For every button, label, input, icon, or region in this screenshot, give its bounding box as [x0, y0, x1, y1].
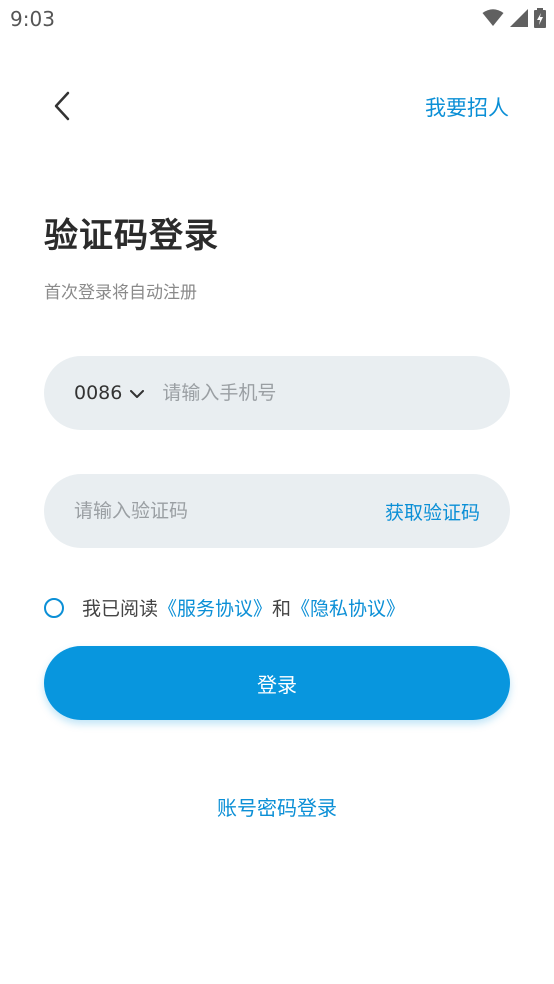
back-button[interactable] [42, 88, 82, 128]
status-icons [482, 8, 546, 28]
chevron-left-icon [53, 91, 71, 125]
status-bar: 9:03 [0, 0, 554, 38]
get-code-button[interactable]: 获取验证码 [385, 498, 480, 525]
signal-icon [510, 9, 528, 27]
wifi-icon [482, 9, 504, 27]
login-screen: 9:03 我要招人 验证码登录 首次登录将自动注册 0086 请输入手机号 请输… [0, 0, 554, 984]
password-login-row: 账号密码登录 [0, 792, 554, 821]
phone-field: 0086 [44, 356, 510, 430]
recruit-link[interactable]: 我要招人 [425, 92, 509, 122]
status-time: 9:03 [10, 7, 55, 31]
phone-input[interactable] [162, 382, 423, 404]
page-title: 验证码登录 [44, 216, 219, 256]
country-code-selector[interactable]: 0086 [74, 382, 145, 404]
chevron-down-icon [130, 384, 145, 403]
country-code-value: 0086 [74, 382, 123, 404]
verification-code-field: 获取验证码 [44, 474, 510, 548]
page-subtitle: 首次登录将自动注册 [44, 283, 197, 303]
password-login-link[interactable]: 账号密码登录 [217, 796, 337, 820]
privacy-agreement-link[interactable]: 《隐私协议》 [291, 594, 405, 621]
agreement-prefix: 我已阅读 [82, 598, 159, 620]
agreement-row: 我已阅读 《服务协议》 和 《隐私协议》 [44, 594, 405, 621]
agreement-checkbox[interactable] [44, 597, 64, 618]
battery-charging-icon [534, 8, 546, 28]
agreement-conjunction: 和 [272, 598, 292, 620]
verification-code-input[interactable] [74, 500, 324, 522]
login-button[interactable]: 登录 [44, 646, 510, 720]
service-agreement-link[interactable]: 《服务协议》 [158, 594, 272, 621]
